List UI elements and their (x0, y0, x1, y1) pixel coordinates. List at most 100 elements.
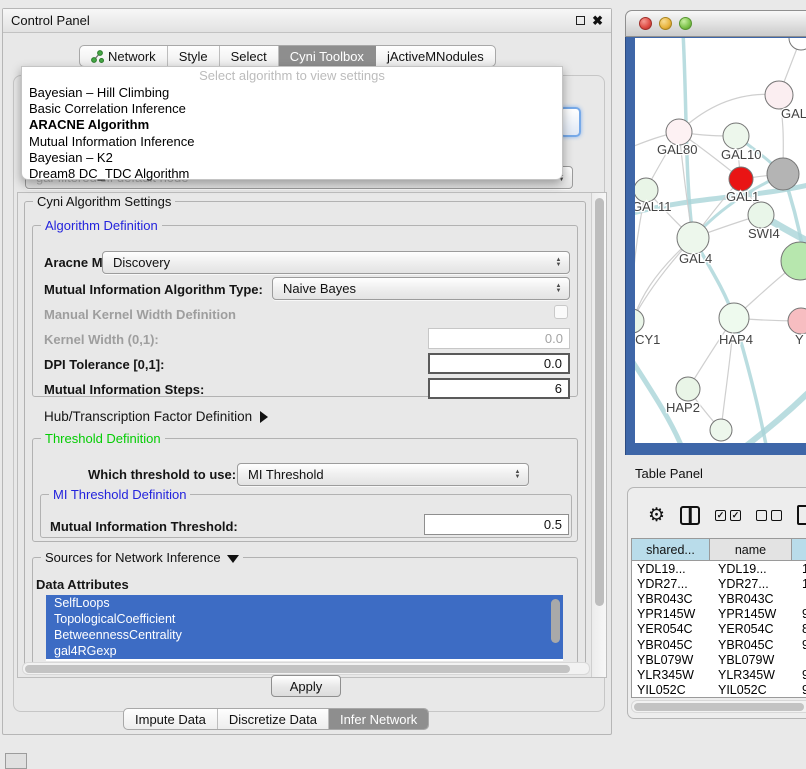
mi-threshold-field[interactable]: 0.5 (424, 514, 569, 535)
data-attributes-list[interactable]: SelfLoops TopologicalCoefficient Between… (46, 595, 563, 661)
attribute-list-item[interactable]: TopologicalCoefficient (46, 611, 563, 627)
algorithm-definition-title: Algorithm Definition (41, 218, 162, 233)
dpi-tolerance-field[interactable]: 0.0 (428, 353, 570, 374)
attribute-list-item[interactable]: BetweennessCentrality (46, 627, 563, 643)
settings-hscrollbar[interactable] (22, 662, 590, 675)
collapsed-panel-button[interactable] (5, 753, 27, 769)
manual-kernel-width-checkbox[interactable] (554, 305, 568, 319)
algorithm-popup-item[interactable]: ARACNE Algorithm (22, 117, 562, 133)
mi-steps-field[interactable]: 6 (428, 378, 570, 399)
network-node[interactable] (788, 308, 806, 334)
network-node[interactable] (677, 222, 709, 254)
column-header-shared-name[interactable]: shared... (632, 539, 710, 560)
algorithm-popup: Select algorithm to view settings Bayesi… (21, 66, 563, 180)
network-node-label: HAP2 (666, 400, 700, 415)
mi-algorithm-type-combobox[interactable]: Naive Bayes ▲▼ (272, 277, 570, 300)
network-node-label: SWI4 (748, 226, 780, 241)
table-panel-title: Table Panel (635, 466, 703, 481)
algorithm-popup-item[interactable]: Dream8 DC_TDC Algorithm (22, 166, 562, 182)
algorithm-popup-item[interactable]: Mutual Information Inference (22, 134, 562, 150)
network-view-window: GALGAL80GAL10GAL1GAL11SWI4GAL4GCY1HAP4YH… (625, 10, 806, 455)
network-node[interactable] (719, 303, 749, 333)
tab-network[interactable]: Network (80, 46, 168, 66)
mi-algorithm-type-label: Mutual Information Algorithm Type: (44, 282, 263, 297)
algorithm-popup-item[interactable]: Basic Correlation Inference (22, 101, 562, 117)
node-table: shared... name YDL19... YDL19... 13 YDR2… (631, 538, 806, 698)
table-toolbar: ⚙ ✓✓ (628, 496, 806, 534)
attribute-list-scrollbar[interactable] (551, 599, 560, 643)
table-row[interactable]: YBR045C YBR045C 9. (632, 637, 806, 652)
network-node[interactable] (723, 123, 749, 149)
network-node-label: GAL10 (721, 147, 761, 162)
columns-icon[interactable] (680, 506, 700, 525)
dpi-tolerance-label: DPI Tolerance [0,1]: (44, 357, 164, 372)
network-window-titlebar[interactable] (625, 10, 806, 37)
algorithm-popup-item[interactable]: Bayesian – Hill Climbing (22, 85, 562, 101)
column-header-partial[interactable] (792, 539, 806, 560)
aracne-mode-combobox[interactable]: Discovery ▲▼ (102, 251, 570, 274)
control-panel-window: Control Panel ✖ Network Style Select Cyn… (2, 8, 612, 735)
network-node[interactable] (748, 202, 774, 228)
network-node-label: GCY1 (635, 332, 660, 347)
attribute-list-item[interactable]: SelfLoops (46, 595, 563, 611)
network-node[interactable] (635, 309, 644, 333)
settings-scrollpane: Cyni Algorithm Settings Algorithm Defini… (17, 192, 607, 678)
network-node[interactable] (765, 81, 793, 109)
algorithm-popup-list: Bayesian – Hill Climbing Basic Correlati… (22, 85, 562, 182)
tab-impute-data[interactable]: Impute Data (124, 709, 218, 729)
attribute-list-item[interactable]: gal4RGexp (46, 643, 563, 659)
network-node[interactable] (729, 167, 753, 191)
table-row[interactable]: YBL079W YBL079W (632, 652, 806, 667)
tab-discretize-data[interactable]: Discretize Data (218, 709, 329, 729)
hub-definition-toggle[interactable]: Hub/Transcription Factor Definition (44, 409, 268, 424)
close-icon[interactable]: ✖ (592, 16, 603, 26)
kernel-width-label: Kernel Width (0,1): (44, 332, 159, 347)
table-row[interactable]: YDL19... YDL19... 13 (632, 561, 806, 576)
minimize-traffic-light-icon[interactable] (659, 17, 672, 30)
kernel-width-field[interactable]: 0.0 (428, 328, 570, 349)
control-panel-titlebar: Control Panel ✖ (3, 9, 611, 33)
close-traffic-light-icon[interactable] (639, 17, 652, 30)
cyni-algorithm-settings-title: Cyni Algorithm Settings (33, 194, 175, 209)
combo-stepper-icon: ▲▼ (512, 466, 523, 483)
settings-vscrollbar[interactable] (591, 193, 606, 677)
network-node[interactable] (676, 377, 700, 401)
which-threshold-combobox[interactable]: MI Threshold ▲▼ (237, 463, 529, 486)
function-builder-icon[interactable] (797, 505, 806, 525)
panel-title: Control Panel (11, 13, 90, 28)
zoom-traffic-light-icon[interactable] (679, 17, 692, 30)
mi-threshold-label: Mutual Information Threshold: (50, 519, 238, 534)
table-row[interactable]: YIL052C YIL052C 9. (632, 683, 806, 698)
table-row[interactable]: YLR345W YLR345W 9. (632, 667, 806, 682)
network-node[interactable] (781, 242, 806, 280)
network-node-label: GAL1 (726, 189, 759, 204)
tab-infer-network[interactable]: Infer Network (329, 709, 428, 729)
network-node[interactable] (767, 158, 799, 190)
network-canvas[interactable]: GALGAL80GAL10GAL1GAL11SWI4GAL4GCY1HAP4YH… (635, 38, 806, 443)
network-node[interactable] (710, 419, 732, 441)
network-node[interactable] (789, 38, 806, 50)
gear-icon[interactable]: ⚙ (648, 506, 665, 525)
select-all-checkboxes-icon[interactable]: ✓✓ (715, 510, 741, 521)
float-window-icon[interactable] (576, 16, 585, 25)
table-row[interactable]: YER054C YER054C 8. (632, 622, 806, 637)
network-view-frame: GALGAL80GAL10GAL1GAL11SWI4GAL4GCY1HAP4YH… (625, 37, 806, 455)
tab-cyni-toolbox[interactable]: Cyni Toolbox (279, 46, 376, 66)
algorithm-popup-item[interactable]: Bayesian – K2 (22, 150, 562, 166)
table-row[interactable]: YPR145W YPR145W 9. (632, 607, 806, 622)
tab-network-label: Network (108, 49, 156, 64)
network-node-label: GAL80 (657, 142, 697, 157)
apply-button[interactable]: Apply (271, 675, 341, 697)
table-hscrollbar[interactable] (631, 700, 806, 713)
table-row[interactable]: YDR27... YDR27... 12 (632, 576, 806, 591)
table-row[interactable]: YBR043C YBR043C (632, 591, 806, 606)
tab-select[interactable]: Select (220, 46, 279, 66)
network-node-label: Y (795, 332, 804, 347)
sources-group-title[interactable]: Sources for Network Inference (41, 550, 243, 565)
mi-threshold-definition-title: MI Threshold Definition (49, 487, 190, 502)
column-header-name[interactable]: name (710, 539, 792, 560)
tab-style[interactable]: Style (168, 46, 220, 66)
deselect-all-checkboxes-icon[interactable] (756, 510, 782, 521)
tab-jactivemnodules[interactable]: jActiveMNodules (376, 46, 495, 66)
collapsed-arrow-icon (260, 411, 268, 423)
